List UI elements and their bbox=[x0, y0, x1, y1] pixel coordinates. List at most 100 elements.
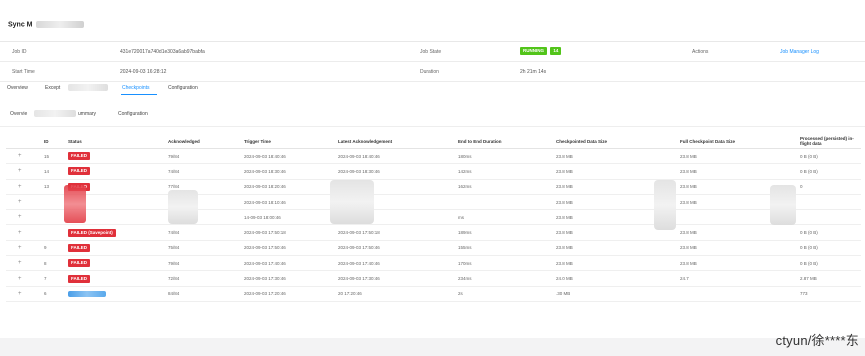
checkpoint-subtabs: Overvie ummary Configuration bbox=[0, 110, 865, 127]
table-row[interactable]: +72024-09-03 18:10:4623.8 MB23.8 MB bbox=[6, 194, 861, 211]
column-header: Processed (persisted) in-flight data bbox=[798, 134, 861, 149]
latest-acknowledgement: 2024-09-03 18:30:46 bbox=[336, 163, 456, 180]
acknowledged-count: 74/84 bbox=[166, 163, 242, 180]
table-row[interactable]: + FAILED (Savepoint) 74/84 2024-09-03 17:50… bbox=[6, 224, 861, 241]
end-to-end-duration: 234ms bbox=[456, 270, 554, 287]
subtab-summary[interactable]: ummary bbox=[78, 111, 96, 117]
end-to-end-duration: 142ms bbox=[456, 163, 554, 180]
tab-exceptions[interactable]: Except bbox=[45, 85, 60, 91]
checkpoint-history-table: ID Status Acknowledged Trigger Time Late… bbox=[6, 134, 861, 302]
end-to-end-duration: 162ms bbox=[456, 179, 554, 195]
acknowledged-count: 74/84 bbox=[166, 224, 242, 241]
redacted-area bbox=[770, 185, 796, 225]
tab-configuration[interactable]: Configuration bbox=[168, 85, 198, 91]
full-checkpoint-data-size: 23.8 MB bbox=[678, 163, 798, 180]
expand-toggle[interactable]: + bbox=[6, 194, 42, 211]
job-title-text: Sync M bbox=[8, 21, 33, 29]
inflight-data: 2.87 MB bbox=[798, 270, 861, 287]
redacted-status bbox=[68, 290, 106, 297]
checkpoint-status: FAILED bbox=[66, 240, 166, 257]
table-row[interactable]: +13FAILED77/842024-09-03 18:20:462024-09… bbox=[6, 179, 861, 195]
expand-toggle[interactable]: + bbox=[6, 255, 42, 272]
end-to-end-duration: 155ms bbox=[456, 240, 554, 257]
redacted-text bbox=[35, 21, 84, 28]
checkpoint-id: 14 bbox=[42, 163, 66, 180]
info-row: Job ID 431e720017a740d1e303a6ab97babfa J… bbox=[0, 42, 865, 62]
column-header: Full Checkpoint Data Size bbox=[678, 134, 798, 149]
checkpoint-id: 13 bbox=[42, 179, 66, 195]
subtab-configuration[interactable]: Configuration bbox=[118, 111, 148, 117]
end-to-end-duration: 2s bbox=[456, 286, 554, 302]
inflight-data bbox=[798, 194, 861, 211]
inflight-data: 0 B (0 B) bbox=[798, 224, 861, 241]
inflight-data: 0 bbox=[798, 179, 861, 195]
start-time-value: 2024-09-03 16:28:12 bbox=[120, 69, 167, 75]
tab-overview[interactable]: Overview bbox=[7, 85, 28, 91]
end-to-end-duration: 189ms bbox=[456, 224, 554, 241]
job-manager-log-link[interactable]: Job Manager Log bbox=[780, 49, 819, 55]
table-header-row: ID Status Acknowledged Trigger Time Late… bbox=[6, 134, 861, 149]
expand-column-header bbox=[6, 134, 42, 149]
redacted-status-area bbox=[64, 185, 86, 223]
status-badge: FAILED bbox=[68, 243, 91, 252]
checkpoint-id: 15 bbox=[42, 148, 66, 165]
table-row[interactable]: +7 FAILED 72/84 2024-09-03 17:30:46 2024-09-… bbox=[6, 270, 861, 287]
status-badge: FAILED bbox=[68, 259, 91, 268]
end-to-end-duration: 170ms bbox=[456, 255, 554, 272]
latest-acknowledgement: 2024-09-03 17:30:46 bbox=[336, 270, 456, 287]
checkpoint-id: 6 bbox=[42, 286, 66, 302]
status-badge: FAILED (Savepoint) bbox=[68, 228, 116, 237]
subtab-overview[interactable]: Overvie bbox=[10, 111, 27, 117]
redacted-area bbox=[168, 190, 198, 224]
checkpointed-data-size: 24.0 MB bbox=[554, 270, 678, 287]
checkpointed-data-size: 23.8 MB bbox=[554, 255, 678, 272]
table-row[interactable]: +6 84/84 2024-09-03 17:20:46 20 17:20:46 2s.… bbox=[6, 286, 861, 302]
expand-toggle[interactable]: + bbox=[6, 163, 42, 180]
checkpoint-status: FAILED bbox=[66, 163, 166, 180]
tab-checkpoints[interactable]: Checkpoints bbox=[122, 85, 150, 91]
checkpoint-status: FAILED bbox=[66, 270, 166, 287]
checkpoint-status: FAILED (Savepoint) bbox=[66, 224, 166, 241]
table-row[interactable]: +15 FAILED 79/84 2024-09-03 18:40:46 2024-09… bbox=[6, 148, 861, 165]
trigger-time: 2024-09-03 17:30:46 bbox=[242, 270, 336, 287]
table-row[interactable]: +14-09-03 18:00:46 ms 23.8 MB bbox=[6, 209, 861, 226]
column-header: ID bbox=[42, 134, 66, 149]
checkpointed-data-size: .30 MB bbox=[554, 286, 678, 302]
table-row[interactable]: +14 FAILED 74/84 2024-09-03 18:30:46 2024-09… bbox=[6, 163, 861, 180]
expand-toggle[interactable]: + bbox=[6, 224, 42, 241]
redacted-area bbox=[654, 180, 676, 230]
end-to-end-duration bbox=[456, 194, 554, 211]
expand-toggle[interactable]: + bbox=[6, 270, 42, 287]
job-title: Sync M bbox=[8, 21, 84, 28]
expand-toggle[interactable]: + bbox=[6, 179, 42, 195]
trigger-time: 2024-09-03 17:50:46 bbox=[242, 240, 336, 257]
job-state-label: Job State bbox=[420, 49, 442, 55]
job-detail-panel: Sync M Job ID 431e720017a740d1e303a6ab97… bbox=[0, 0, 865, 338]
job-id-value: 431e720017a740d1e303a6ab97babfa bbox=[120, 49, 205, 55]
table-row[interactable]: +8 FAILED 79/84 2024-09-03 17:40:46 2024-09-… bbox=[6, 255, 861, 272]
checkpoint-id bbox=[42, 194, 66, 211]
active-tab-indicator bbox=[121, 94, 157, 95]
trigger-time: 14-09-03 18:00:46 bbox=[242, 209, 336, 226]
status-badge: FAILED bbox=[68, 152, 91, 161]
checkpoint-status bbox=[66, 286, 166, 302]
job-state-badges: RUNNING 14 bbox=[520, 47, 562, 55]
full-checkpoint-data-size: 23.8 MB bbox=[678, 224, 798, 241]
expand-toggle[interactable]: + bbox=[6, 148, 42, 165]
checkpoint-status: FAILED bbox=[66, 148, 166, 165]
actions-label: Actions bbox=[692, 49, 709, 55]
full-checkpoint-data-size bbox=[678, 286, 798, 302]
expand-toggle[interactable]: + bbox=[6, 209, 42, 226]
inflight-data: 0 B (0 B) bbox=[798, 255, 861, 272]
checkpoint-id: 7 bbox=[42, 270, 66, 287]
column-header: Status bbox=[66, 134, 166, 149]
expand-toggle[interactable]: + bbox=[6, 286, 42, 302]
inflight-data bbox=[798, 209, 861, 226]
acknowledged-count: 75/84 bbox=[166, 240, 242, 257]
table-row[interactable]: +9 FAILED 75/84 2024-09-03 17:50:46 2024-09-… bbox=[6, 240, 861, 257]
checkpoint-status: FAILED bbox=[66, 255, 166, 272]
expand-toggle[interactable]: + bbox=[6, 240, 42, 257]
trigger-time: 2024-09-03 18:30:46 bbox=[242, 163, 336, 180]
latest-acknowledgement: 2024-09-03 17:50:46 bbox=[336, 240, 456, 257]
trigger-time: 2024-09-03 18:10:46 bbox=[242, 194, 336, 211]
